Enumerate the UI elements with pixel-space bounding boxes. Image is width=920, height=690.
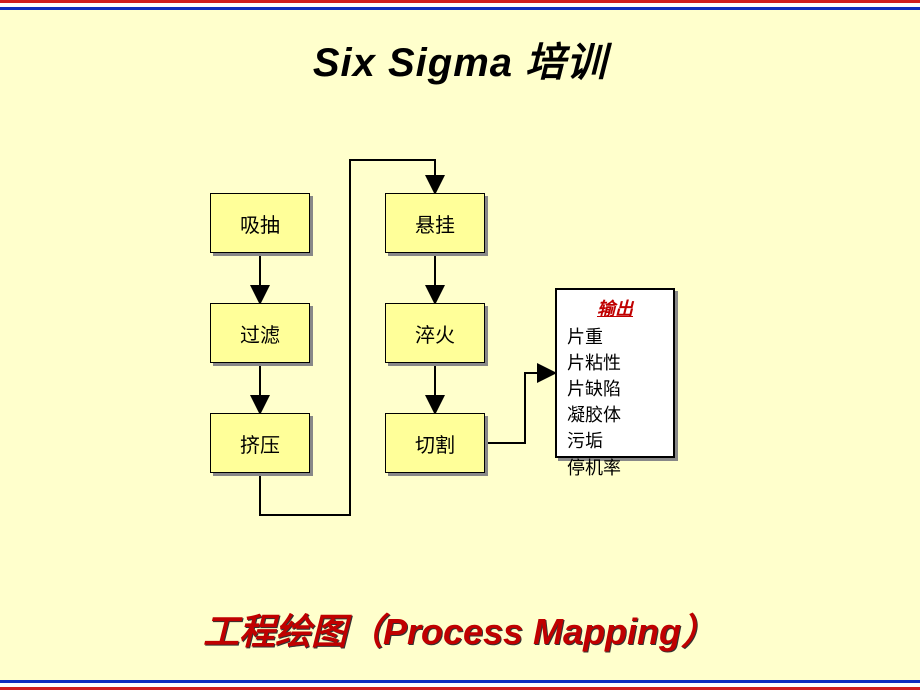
box-extrude: 挤压	[210, 413, 310, 473]
bottom-stripe	[0, 680, 920, 690]
process-diagram: 吸抽 过滤 挤压 悬挂 淬火 切割 输出 片重 片粘性 片缺陷 凝胶体 污垢 停…	[195, 148, 745, 548]
output-item: 片缺陷	[567, 376, 663, 402]
output-item: 片重	[567, 324, 663, 350]
box-cut: 切割	[385, 413, 485, 473]
output-item: 污垢	[567, 428, 663, 454]
box-quench: 淬火	[385, 303, 485, 363]
output-item: 凝胶体	[567, 402, 663, 428]
output-item: 停机率	[567, 455, 663, 481]
box-hang: 悬挂	[385, 193, 485, 253]
output-box: 输出 片重 片粘性 片缺陷 凝胶体 污垢 停机率	[555, 288, 675, 458]
box-suction: 吸抽	[210, 193, 310, 253]
top-stripe	[0, 0, 920, 10]
output-header: 输出	[567, 296, 663, 322]
box-filter: 过滤	[210, 303, 310, 363]
page-subtitle: 工程绘图（Process Mapping）	[0, 603, 920, 655]
page-title: Six Sigma 培训	[0, 30, 920, 88]
output-item: 片粘性	[567, 350, 663, 376]
